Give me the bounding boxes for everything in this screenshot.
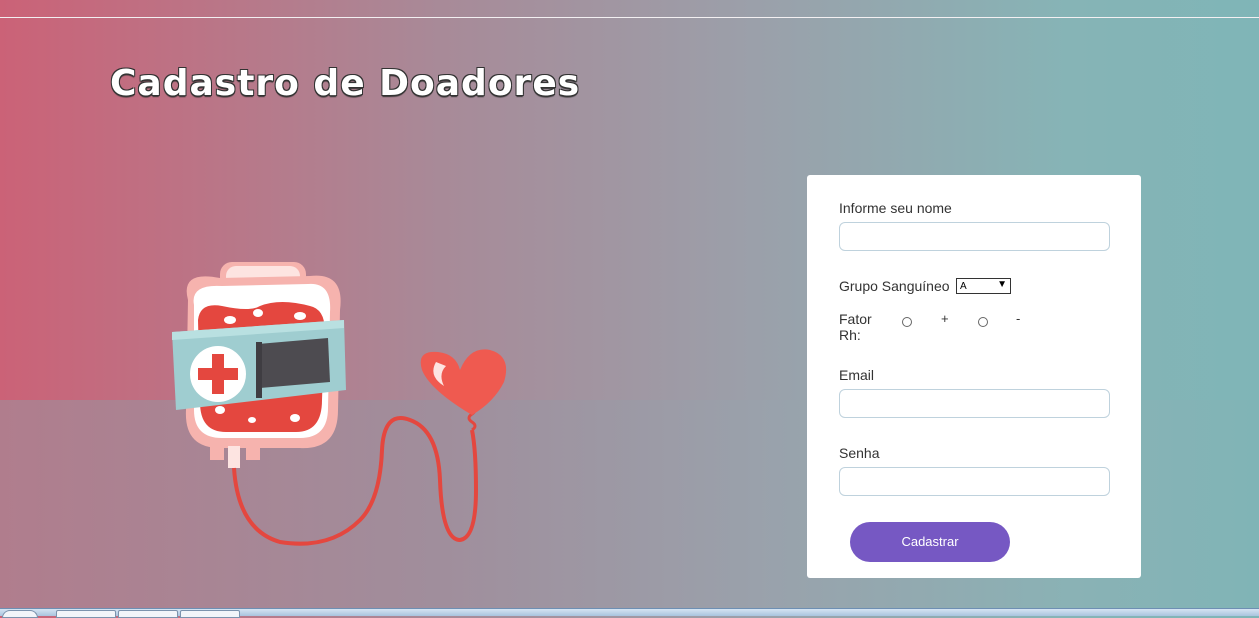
start-button[interactable] xyxy=(2,610,38,618)
rh-positive-radio[interactable] xyxy=(902,317,912,327)
email-input[interactable] xyxy=(839,389,1110,418)
taskbar-item[interactable] xyxy=(180,610,240,618)
name-input[interactable] xyxy=(839,222,1110,251)
blood-bag-heart-illustration xyxy=(172,262,507,546)
rh-label-line2: Rh: xyxy=(839,327,861,343)
top-divider xyxy=(0,17,1259,18)
taskbar-item[interactable] xyxy=(56,610,116,618)
rh-label: Fator Rh: xyxy=(839,311,872,343)
password-input[interactable] xyxy=(839,467,1110,496)
blood-group-label: Grupo Sanguíneo xyxy=(839,278,950,294)
password-label: Senha xyxy=(839,445,880,461)
rh-positive-label: + xyxy=(941,311,949,326)
page-title: Cadastro de Doadores xyxy=(110,63,581,104)
rh-negative-label: - xyxy=(1016,311,1021,326)
email-label: Email xyxy=(839,367,875,383)
donor-form: Informe seu nome Grupo Sanguíneo A ▼ Fat… xyxy=(807,175,1141,578)
blood-group-select[interactable]: A ▼ xyxy=(956,278,1011,294)
name-label: Informe seu nome xyxy=(839,200,952,216)
rh-negative-radio[interactable] xyxy=(978,317,988,327)
chevron-down-icon: ▼ xyxy=(997,279,1007,290)
blood-group-selected: A xyxy=(960,281,967,292)
rh-label-line1: Fator xyxy=(839,311,872,327)
taskbar-item[interactable] xyxy=(118,610,178,618)
submit-button[interactable]: Cadastrar xyxy=(850,522,1010,562)
